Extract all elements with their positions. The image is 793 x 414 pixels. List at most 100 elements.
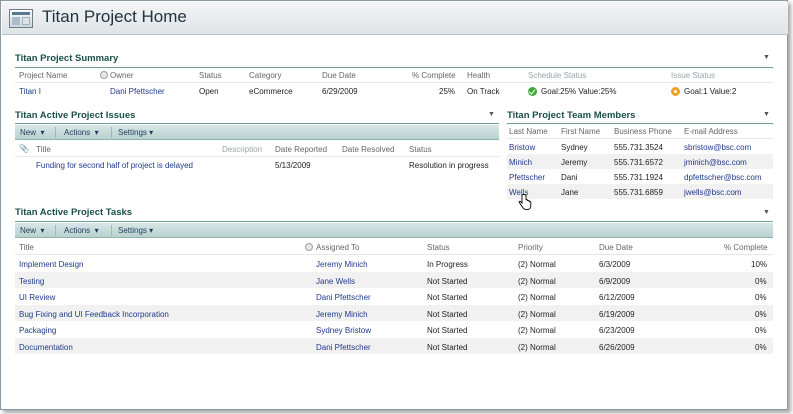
task-row-assigned[interactable]: Jeremy Minich — [316, 260, 368, 269]
presence-icon — [305, 243, 313, 251]
team-menu-icon[interactable]: ▼ — [763, 111, 770, 118]
task-row-status: Not Started — [427, 326, 468, 335]
team-row-email[interactable]: sbristow@bsc.com — [684, 143, 751, 152]
task-row-complete: 0% — [755, 277, 767, 286]
team-row-first: Sydney — [561, 143, 588, 152]
team-row-first: Jeremy — [561, 158, 588, 167]
issues-header-description[interactable]: Description — [222, 145, 262, 154]
issues-header-title[interactable]: Title — [36, 145, 51, 154]
summary-schedule: Goal:25% Value:25% — [541, 87, 617, 96]
task-row-status: Not Started — [427, 310, 468, 319]
team-row-email[interactable]: jwells@bsc.com — [684, 188, 741, 197]
issues-actions-button[interactable]: Actions ▾ — [64, 128, 99, 137]
team-row-last[interactable]: Minich — [509, 158, 532, 167]
team-row-phone: 555.731.6572 — [614, 158, 663, 167]
task-row-assigned[interactable]: Sydney Bristow — [316, 326, 371, 335]
task-row-complete: 0% — [755, 293, 767, 302]
summary-owner[interactable]: Dani Pfettscher — [110, 87, 165, 96]
tasks-menu-icon[interactable]: ▼ — [763, 209, 770, 216]
tasks-header-title[interactable]: Title — [19, 243, 34, 252]
issues-settings-button[interactable]: Settings ▾ — [118, 128, 153, 137]
tasks-settings-button[interactable]: Settings ▾ — [118, 226, 153, 235]
task-row-complete: 0% — [755, 343, 767, 352]
task-row-status: Not Started — [427, 277, 468, 286]
summary-header-category[interactable]: Category — [249, 71, 281, 80]
summary-header-issue[interactable]: Issue Status — [671, 71, 715, 80]
summary-header-due[interactable]: Due Date — [322, 71, 356, 80]
task-row-priority: (2) Normal — [518, 310, 556, 319]
team-row-last[interactable]: Bristow — [509, 143, 535, 152]
tasks-toolbar: New ▾ Actions ▾ Settings ▾ — [15, 223, 773, 238]
page-title: Titan Project Home — [42, 7, 187, 26]
issues-menu-icon[interactable]: ▼ — [488, 111, 495, 118]
task-row-title[interactable]: Implement Design — [19, 260, 83, 269]
tasks-header-due[interactable]: Due Date — [599, 243, 633, 252]
hand-cursor-icon — [518, 194, 532, 210]
summary-rule — [15, 67, 773, 68]
summary-title: Titan Project Summary — [15, 53, 119, 64]
task-row-assigned[interactable]: Dani Pfettscher — [316, 293, 371, 302]
attachment-icon: 📎 — [19, 144, 29, 153]
team-row-email[interactable]: dpfettscher@bsc.com — [684, 173, 761, 182]
team-row-phone: 555.731.1924 — [614, 173, 663, 182]
issues-header-status[interactable]: Status — [409, 145, 432, 154]
task-row-priority: (2) Normal — [518, 260, 556, 269]
team-header-first[interactable]: First Name — [561, 127, 600, 136]
task-row-priority: (2) Normal — [518, 343, 556, 352]
task-row-complete: 10% — [751, 260, 768, 269]
summary-header-health[interactable]: Health — [467, 71, 490, 80]
task-row-due: 6/3/2009 — [599, 260, 631, 269]
issues-title: Titan Active Project Issues — [15, 110, 136, 121]
issues-new-button[interactable]: New ▾ — [20, 128, 44, 137]
summary-health: On Track — [467, 87, 500, 96]
issue-row-reported: 5/13/2009 — [275, 161, 311, 170]
task-row-title[interactable]: Bug Fixing and UI Feedback Incorporation — [19, 310, 169, 319]
task-row-assigned[interactable]: Dani Pfettscher — [316, 343, 371, 352]
tasks-header-status[interactable]: Status — [427, 243, 450, 252]
team-rule — [507, 123, 773, 124]
summary-header-complete[interactable]: % Complete — [412, 71, 456, 80]
task-row-due: 6/12/2009 — [599, 293, 635, 302]
presence-icon — [100, 71, 108, 79]
task-row-priority: (2) Normal — [518, 326, 556, 335]
task-row-assigned[interactable]: Jane Wells — [316, 277, 355, 286]
site-icon — [9, 9, 33, 28]
team-header-email[interactable]: E-mail Address — [684, 127, 738, 136]
summary-category: eCommerce — [249, 87, 293, 96]
team-header-phone[interactable]: Business Phone — [614, 127, 672, 136]
tasks-actions-button[interactable]: Actions ▾ — [64, 226, 99, 235]
task-row-title[interactable]: Documentation — [19, 343, 73, 352]
task-row-priority: (2) Normal — [518, 293, 556, 302]
task-row-complete: 0% — [755, 310, 767, 319]
summary-header-owner[interactable]: Owner — [110, 71, 134, 80]
summary-project-name[interactable]: Titan I — [19, 87, 41, 96]
summary-header-status[interactable]: Status — [199, 71, 222, 80]
issue-row-title[interactable]: Funding for second half of project is de… — [36, 161, 193, 170]
issues-header-resolved[interactable]: Date Resolved — [342, 145, 394, 154]
tasks-header-priority[interactable]: Priority — [518, 243, 543, 252]
team-row-email[interactable]: jminich@bsc.com — [684, 158, 747, 167]
task-row-title[interactable]: Testing — [19, 277, 44, 286]
issues-rule — [15, 123, 499, 124]
task-row-assigned[interactable]: Jeremy Minich — [316, 310, 368, 319]
summary-complete: 25% — [439, 87, 456, 96]
summary-header-name[interactable]: Project Name — [19, 71, 67, 80]
summary-menu-icon[interactable]: ▼ — [763, 54, 770, 61]
task-row-priority: (2) Normal — [518, 277, 556, 286]
summary-header-schedule[interactable]: Schedule Status — [528, 71, 586, 80]
team-header-last[interactable]: Last Name — [509, 127, 548, 136]
task-row-due: 6/9/2009 — [599, 277, 631, 286]
team-row-last[interactable]: Pfettscher — [509, 173, 545, 182]
task-row-due: 6/26/2009 — [599, 343, 635, 352]
tasks-title: Titan Active Project Tasks — [15, 207, 133, 218]
tasks-new-button[interactable]: New ▾ — [20, 226, 44, 235]
tasks-header-assigned[interactable]: Assigned To — [316, 243, 359, 252]
tasks-header-complete[interactable]: % Complete — [724, 243, 768, 252]
task-row-title[interactable]: UI Review — [19, 293, 55, 302]
team-row-phone: 555.731.6859 — [614, 188, 663, 197]
schedule-status-icon — [528, 87, 537, 96]
task-row-status: Not Started — [427, 293, 468, 302]
task-row-title[interactable]: Packaging — [19, 326, 56, 335]
issues-header-reported[interactable]: Date Reported — [275, 145, 327, 154]
issue-status-icon — [671, 87, 680, 96]
